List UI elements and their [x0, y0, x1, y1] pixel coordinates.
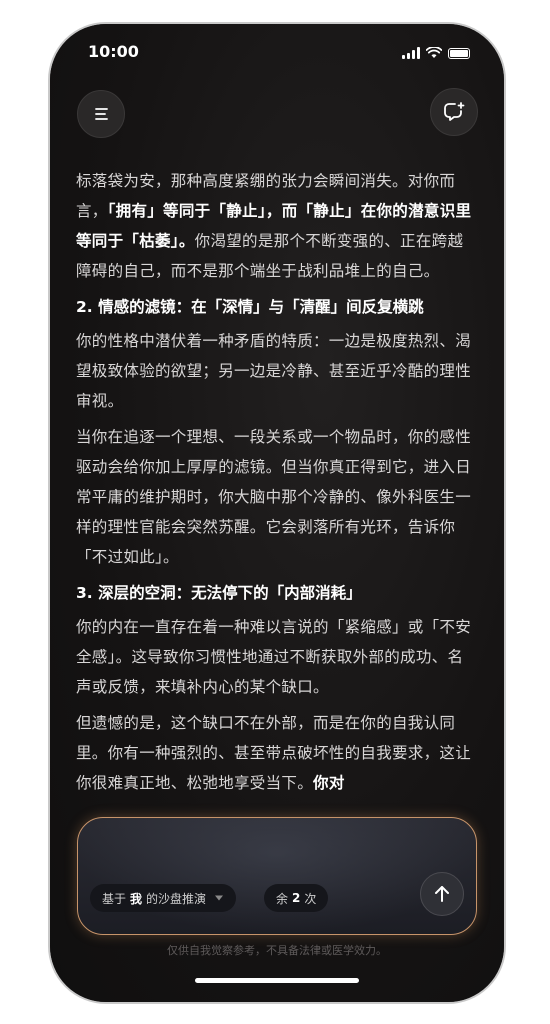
paragraph-1: 标落袋为安，那种高度紧绷的张力会瞬间消失。对你而言，「拥有」等同于「静止」，而「… — [76, 172, 472, 280]
paragraph-2: 你的性格中潜伏着一种矛盾的特质：一边是极度热烈、渴望极致体验的欲望；另一边是冷静… — [76, 332, 472, 410]
send-button[interactable] — [420, 872, 464, 916]
menu-icon — [95, 108, 108, 120]
arrow-up-icon — [435, 886, 449, 902]
section-heading-2: 2. 情感的滤镜：在「深情」与「清醒」间反复横跳 — [76, 298, 424, 316]
status-bar: 10:00 — [50, 42, 504, 66]
paragraph-3: 当你在追逐一个理想、一段关系或一个物品时，你的感性驱动会给你加上厚厚的滤镜。但当… — [76, 428, 472, 566]
paragraph-4: 你的内在一直存在着一种难以言说的「紧缩感」或「不安全感」。这导致你习惯性地通过不… — [76, 618, 472, 696]
section-heading-3: 3. 深层的空洞：无法停下的「内部消耗」 — [76, 584, 362, 602]
new-chat-icon — [444, 102, 465, 121]
paragraph-5: 但遗憾的是，这个缺口不在外部，而是在你的自我认同里。你有一种强烈的、甚至带点破坏… — [76, 714, 472, 792]
status-icons — [402, 47, 470, 59]
home-indicator[interactable] — [195, 978, 359, 983]
caret-down-icon — [215, 895, 224, 901]
disclaimer-text: 仅供自我觉察参考，不具备法律或医学效力。 — [167, 944, 387, 957]
input-blur-overlay — [78, 818, 476, 934]
quota-badge: 余 2 次 — [264, 884, 329, 912]
battery-icon — [448, 47, 470, 59]
phone-frame: 10:00 标落袋为安，那种高度紧绷的张力会瞬间消失。对你而言，「拥有」等同于「… — [48, 22, 506, 1004]
new-chat-button[interactable] — [430, 88, 478, 136]
menu-button[interactable] — [77, 90, 125, 138]
signal-icon — [402, 47, 420, 59]
wifi-icon — [426, 47, 442, 58]
status-time: 10:00 — [88, 42, 139, 61]
input-card[interactable]: 基于 我 的沙盘推演 余 2 次 — [77, 817, 477, 935]
article-content: 标落袋为安，那种高度紧绷的张力会瞬间消失。对你而言，「拥有」等同于「静止」，而「… — [76, 166, 476, 804]
mode-selector[interactable]: 基于 我 的沙盘推演 — [90, 884, 237, 912]
